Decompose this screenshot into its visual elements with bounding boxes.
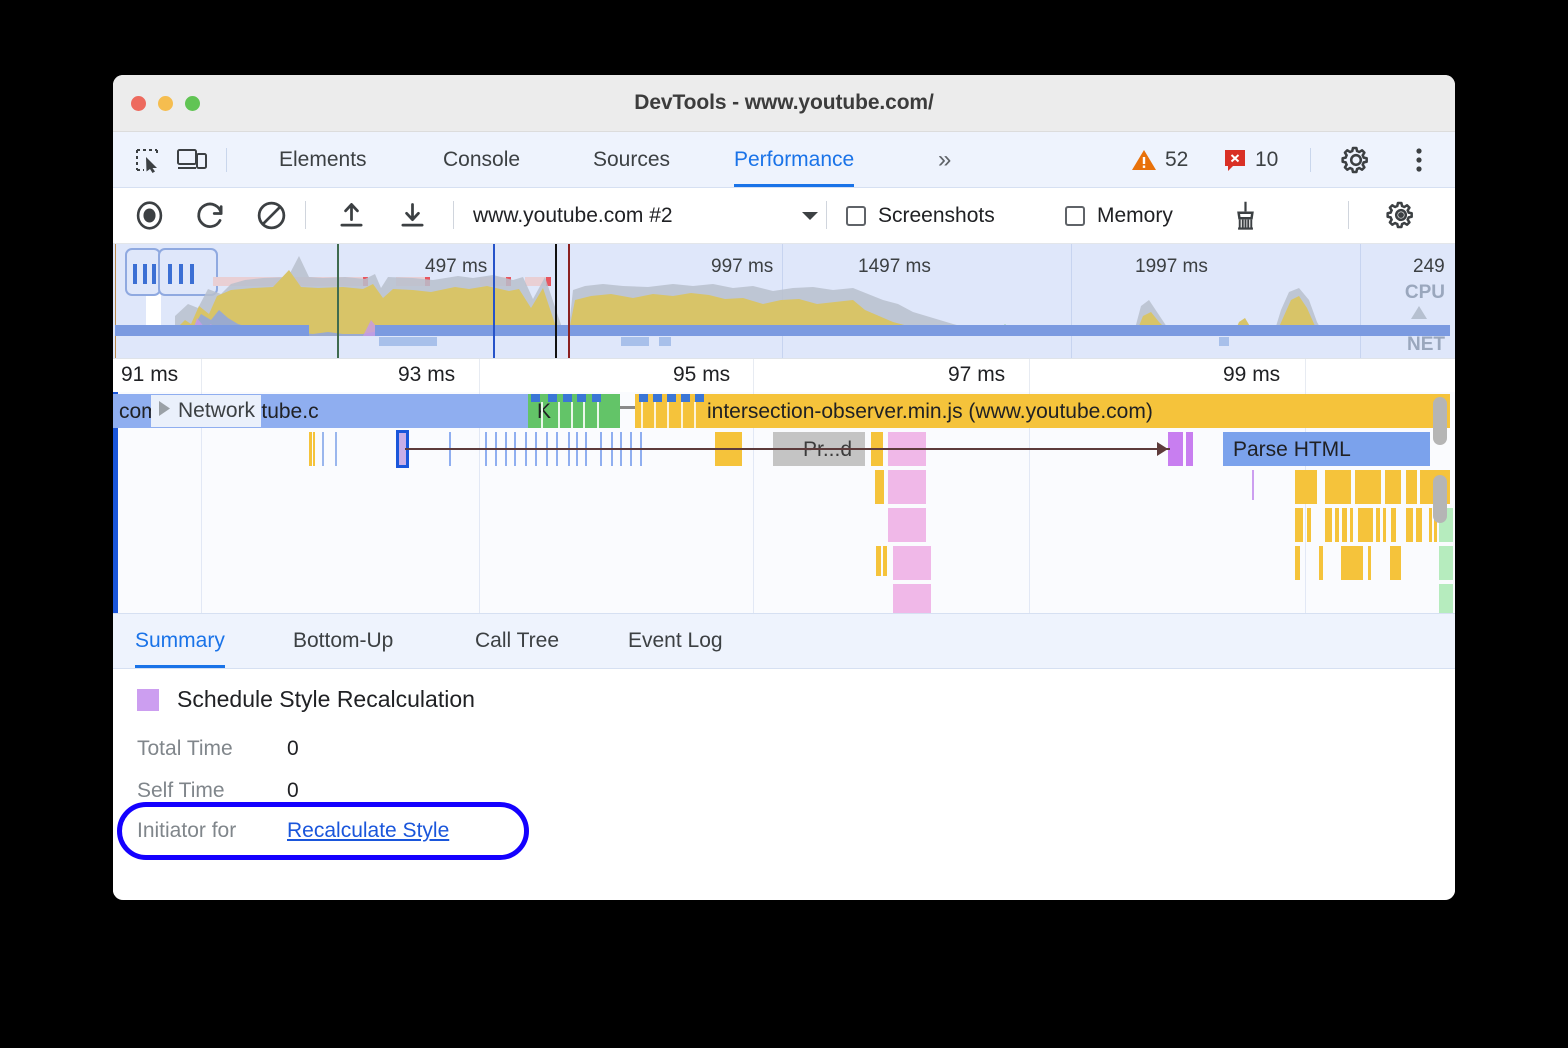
profile-select[interactable]: www.youtube.com #2: [473, 188, 673, 243]
flame-chart-body[interactable]: com/ (www.youtube.c K int: [113, 392, 1455, 613]
overview-tick-1: 997 ms: [711, 256, 773, 278]
overview-tick-0: 497 ms: [425, 256, 487, 278]
inspect-element-icon[interactable]: [131, 145, 165, 175]
tab-call-tree-label: Call Tree: [475, 629, 559, 653]
initiator-link[interactable]: Recalculate Style: [287, 819, 449, 843]
chevron-down-icon[interactable]: [801, 188, 819, 243]
initiator-arrowhead-icon: [1157, 442, 1168, 456]
ruler-tick-4: 99 ms: [1223, 363, 1280, 387]
upload-icon[interactable]: [335, 199, 368, 232]
tab-event-log-label: Event Log: [628, 629, 723, 653]
self-time-label: Self Time: [137, 779, 287, 803]
cpu-activity-graph: [113, 244, 1455, 358]
tab-performance[interactable]: Performance: [734, 132, 854, 187]
initiator-arrow: [405, 448, 1170, 450]
summary-row-initiator: Initiator for Recalculate Style: [137, 819, 449, 843]
profile-select-value: www.youtube.com #2: [473, 204, 673, 228]
flame-chart-ruler: 91 ms 93 ms 95 ms 97 ms 99 ms: [113, 359, 1455, 392]
record-icon[interactable]: [133, 199, 166, 232]
memory-label: Memory: [1097, 204, 1173, 228]
screenshots-label: Screenshots: [878, 204, 995, 228]
tab-performance-label: Performance: [734, 148, 854, 172]
timeline-overview[interactable]: 497 ms 997 ms 1497 ms 1997 ms 249 CPU NE…: [113, 244, 1455, 358]
reload-record-icon[interactable]: [195, 199, 228, 232]
details-tab-bar: Summary Bottom-Up Call Tree Event Log: [113, 613, 1455, 669]
flame-bar-recalculate-style[interactable]: [1168, 432, 1183, 466]
summary-title: Schedule Style Recalculation: [177, 686, 475, 713]
tab-sources[interactable]: Sources: [593, 132, 670, 187]
net-label: NET: [1407, 334, 1445, 356]
devtools-window: DevTools - www.youtube.com/ Elements Con…: [113, 75, 1455, 900]
summary-title-row: Schedule Style Recalculation: [137, 686, 475, 713]
summary-row-self-time: Self Time 0: [137, 779, 299, 803]
screenshots-checkbox-box: [846, 206, 866, 226]
summary-row-total-time: Total Time 0: [137, 737, 299, 761]
memory-checkbox[interactable]: Memory: [1065, 188, 1173, 243]
more-tabs-label: »: [938, 146, 948, 174]
ruler-tick-1: 93 ms: [398, 363, 455, 387]
warning-count: 52: [1165, 148, 1188, 172]
tab-bottom-up-label: Bottom-Up: [293, 629, 393, 653]
toolbar-divider-4: [1348, 201, 1349, 229]
title-bar: DevTools - www.youtube.com/: [113, 75, 1455, 132]
tab-sources-label: Sources: [593, 148, 670, 172]
overview-tick-4: 249: [1413, 256, 1445, 278]
initiator-label: Initiator for: [137, 819, 287, 843]
tab-summary-label: Summary: [135, 629, 225, 653]
download-icon[interactable]: [396, 199, 429, 232]
network-overview-row: [113, 325, 1455, 336]
ruler-tick-3: 97 ms: [948, 363, 1005, 387]
tab-bottom-up[interactable]: Bottom-Up: [293, 614, 393, 668]
tab-summary[interactable]: Summary: [135, 614, 225, 668]
tab-console-label: Console: [443, 148, 520, 172]
perf-settings-gear-icon[interactable]: [1385, 199, 1417, 231]
total-time-value: 0: [287, 737, 299, 761]
performance-toolbar: www.youtube.com #2 Screenshots Memory: [113, 188, 1455, 244]
net-peak-marker-icon: [1411, 306, 1427, 319]
network-track-label: Network: [178, 399, 255, 423]
warning-triangle-icon: [1131, 148, 1157, 172]
flame-chart[interactable]: 91 ms 93 ms 95 ms 97 ms 99 ms com/ (www.…: [113, 358, 1455, 613]
tabbar-divider-2: [1310, 148, 1311, 172]
network-track-header[interactable]: Network: [151, 395, 261, 427]
device-toolbar-icon[interactable]: [175, 145, 209, 175]
gear-icon[interactable]: [1340, 144, 1372, 176]
tab-console[interactable]: Console: [443, 132, 520, 187]
tabbar-divider: [226, 148, 227, 172]
more-vertical-icon[interactable]: [1405, 144, 1433, 176]
toolbar-divider-3: [826, 201, 827, 229]
tab-call-tree[interactable]: Call Tree: [475, 614, 559, 668]
tab-elements-label: Elements: [279, 148, 367, 172]
garbage-collect-icon[interactable]: [1229, 199, 1262, 232]
clear-icon[interactable]: [255, 199, 288, 232]
overview-tick-3: 1997 ms: [1135, 256, 1208, 278]
devtools-tab-bar: Elements Console Sources Performance » 5…: [113, 132, 1455, 188]
error-count: 10: [1255, 148, 1278, 172]
error-counter[interactable]: 10: [1223, 132, 1278, 187]
ruler-tick-0: 91 ms: [121, 363, 178, 387]
cpu-label: CPU: [1405, 282, 1445, 304]
overview-tick-2: 1497 ms: [858, 256, 931, 278]
warning-counter[interactable]: 52: [1131, 132, 1188, 187]
flame-bar-intersection-observer[interactable]: [635, 394, 1450, 428]
triangle-right-icon[interactable]: [157, 399, 172, 423]
toolbar-divider-2: [453, 201, 454, 229]
tab-elements[interactable]: Elements: [279, 132, 367, 187]
ruler-tick-2: 95 ms: [673, 363, 730, 387]
toolbar-divider-1: [305, 201, 306, 229]
summary-panel: Schedule Style Recalculation Total Time …: [113, 669, 1455, 895]
tab-event-log[interactable]: Event Log: [628, 614, 723, 668]
summary-color-swatch: [137, 689, 159, 711]
self-time-value: 0: [287, 779, 299, 803]
memory-checkbox-box: [1065, 206, 1085, 226]
flame-chart-scrollbar-thumb-2[interactable]: [1433, 475, 1447, 523]
more-tabs-button[interactable]: »: [938, 132, 948, 187]
screenshots-checkbox[interactable]: Screenshots: [846, 188, 995, 243]
flame-bar-parse-html[interactable]: [1223, 432, 1430, 466]
flame-chart-scrollbar-thumb-1[interactable]: [1433, 397, 1447, 445]
total-time-label: Total Time: [137, 737, 287, 761]
error-badge-icon: [1223, 148, 1247, 172]
window-title: DevTools - www.youtube.com/: [113, 91, 1455, 115]
